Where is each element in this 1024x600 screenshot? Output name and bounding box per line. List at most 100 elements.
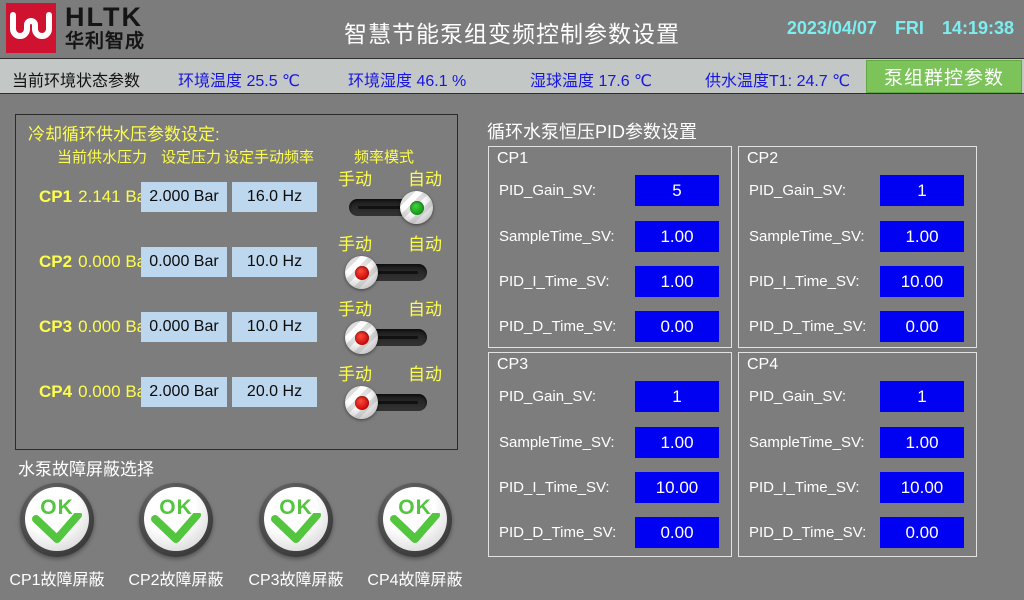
- cp2-fault-mask-button[interactable]: OK: [139, 483, 213, 557]
- pid-row-i-time: PID_I_Time_SV: 10.00: [739, 472, 976, 503]
- cp2-current-pressure: CP20.000 Bar: [39, 247, 152, 277]
- fault-mask-title: 水泵故障屏蔽选择: [18, 455, 154, 480]
- cp1-frequency-mode-toggle[interactable]: [349, 191, 427, 227]
- pid-gain-label: PID_Gain_SV:: [499, 175, 596, 206]
- pid-gain-label: PID_Gain_SV:: [749, 381, 846, 412]
- cp3-manual-frequency-input[interactable]: 10.0 Hz: [232, 312, 317, 342]
- cp1-label: CP1: [39, 187, 72, 206]
- cp3-label: CP3: [39, 317, 72, 336]
- cp3-auto-label: 自动: [408, 295, 442, 320]
- toggle-state-dot: [355, 266, 369, 280]
- toggle-knob: [400, 191, 433, 224]
- cp2-set-pressure-input[interactable]: 0.000 Bar: [141, 247, 227, 277]
- pid-i-time-label: PID_I_Time_SV:: [749, 472, 860, 503]
- pid-panel-cp4: CP4 PID_Gain_SV: 1 SampleTime_SV: 1.00 P…: [738, 352, 977, 557]
- cp1-pid-i-time-value[interactable]: 1.00: [635, 266, 719, 297]
- pid-row-i-time: PID_I_Time_SV: 10.00: [489, 472, 731, 503]
- ok-icon: OK: [383, 487, 447, 551]
- pid-row-d-time: PID_D_Time_SV: 0.00: [739, 517, 976, 548]
- cp3-pid-i-time-value[interactable]: 10.00: [635, 472, 719, 503]
- toggle-state-dot: [410, 201, 424, 215]
- pump-group-control-params-button[interactable]: 泵组群控参数: [866, 60, 1022, 93]
- cp1-manual-frequency-input[interactable]: 16.0 Hz: [232, 182, 317, 212]
- cp3-current-pressure: CP30.000 Bar: [39, 312, 152, 342]
- cp4-pid-gain-value[interactable]: 1: [880, 381, 964, 412]
- pump-row-cp2: CP20.000 Bar 0.000 Bar 10.0 Hz 手动 自动: [16, 232, 459, 298]
- cp4-fault-mask-label: CP4故障屏蔽: [359, 566, 471, 590]
- cp3-set-pressure-input[interactable]: 0.000 Bar: [141, 312, 227, 342]
- cp2-sample-time-value[interactable]: 1.00: [880, 221, 964, 252]
- cp3-pid-d-time-value[interactable]: 0.00: [635, 517, 719, 548]
- toggle-knob: [345, 321, 378, 354]
- cp1-current-pressure: CP12.141 Bar: [39, 182, 152, 212]
- cp1-fault-mask-button[interactable]: OK: [20, 483, 94, 557]
- cp1-set-pressure-input[interactable]: 2.000 Bar: [141, 182, 227, 212]
- cp2-pid-i-time-value[interactable]: 10.00: [880, 266, 964, 297]
- pid-row-d-time: PID_D_Time_SV: 0.00: [489, 311, 731, 342]
- col-header-set-pressure: 设定压力: [161, 146, 221, 167]
- sample-time-label: SampleTime_SV:: [499, 427, 615, 458]
- cp3-pid-gain-value[interactable]: 1: [635, 381, 719, 412]
- cp2-pid-gain-value[interactable]: 1: [880, 175, 964, 206]
- pid-row-sample: SampleTime_SV: 1.00: [739, 427, 976, 458]
- cp4-current-pressure: CP40.000 Bar: [39, 377, 152, 407]
- ambient-temperature-value: 环境温度 25.5 ℃: [178, 67, 300, 91]
- pid-panel-name: CP1: [497, 150, 528, 168]
- cp1-sample-time-value[interactable]: 1.00: [635, 221, 719, 252]
- cp2-manual-frequency-input[interactable]: 10.0 Hz: [232, 247, 317, 277]
- pressure-settings-panel: 冷却循环供水压参数设定: 当前供水压力 设定压力 设定手动频率 频率模式 CP1…: [15, 114, 458, 450]
- toggle-knob: [345, 386, 378, 419]
- wet-bulb-temperature-value: 湿球温度 17.6 ℃: [530, 67, 652, 91]
- pid-d-time-label: PID_D_Time_SV:: [499, 517, 616, 548]
- pump-row-cp4: CP40.000 Bar 2.000 Bar 20.0 Hz 手动 自动: [16, 362, 459, 428]
- pressure-panel-title: 冷却循环供水压参数设定:: [28, 120, 220, 145]
- pid-row-d-time: PID_D_Time_SV: 0.00: [489, 517, 731, 548]
- pid-row-gain: PID_Gain_SV: 1: [739, 175, 976, 206]
- pid-row-i-time: PID_I_Time_SV: 10.00: [739, 266, 976, 297]
- pid-row-i-time: PID_I_Time_SV: 1.00: [489, 266, 731, 297]
- check-icon: [388, 513, 442, 545]
- sample-time-label: SampleTime_SV:: [749, 427, 865, 458]
- pid-i-time-label: PID_I_Time_SV:: [499, 266, 610, 297]
- pid-row-sample: SampleTime_SV: 1.00: [489, 427, 731, 458]
- status-bar-label: 当前环境状态参数: [12, 67, 140, 91]
- pid-gain-label: PID_Gain_SV:: [749, 175, 846, 206]
- cp4-set-pressure-input[interactable]: 2.000 Bar: [141, 377, 227, 407]
- cp4-fault-mask-button[interactable]: OK: [378, 483, 452, 557]
- cp2-frequency-mode-toggle[interactable]: [349, 256, 427, 292]
- pump-row-cp3: CP30.000 Bar 0.000 Bar 10.0 Hz 手动 自动: [16, 297, 459, 363]
- pid-row-gain: PID_Gain_SV: 1: [739, 381, 976, 412]
- cp2-fault-mask-label: CP2故障屏蔽: [120, 566, 232, 590]
- cp1-pid-gain-value[interactable]: 5: [635, 175, 719, 206]
- ambient-humidity-value: 环境湿度 46.1 %: [348, 67, 466, 91]
- ok-icon: OK: [264, 487, 328, 551]
- cp4-frequency-mode-toggle[interactable]: [349, 386, 427, 422]
- cp1-pid-d-time-value[interactable]: 0.00: [635, 311, 719, 342]
- date-text: 2023/04/07: [787, 18, 877, 39]
- pid-panel-name: CP3: [497, 356, 528, 374]
- weekday-text: FRI: [895, 18, 924, 39]
- toggle-state-dot: [355, 396, 369, 410]
- cp3-sample-time-value[interactable]: 1.00: [635, 427, 719, 458]
- pid-row-sample: SampleTime_SV: 1.00: [739, 221, 976, 252]
- cp4-pid-d-time-value[interactable]: 0.00: [880, 517, 964, 548]
- hmi-screen: HLTK 华利智成 智慧节能泵组变频控制参数设置 2023/04/07 FRI …: [0, 0, 1024, 600]
- pid-row-d-time: PID_D_Time_SV: 0.00: [739, 311, 976, 342]
- cp1-auto-label: 自动: [408, 165, 442, 190]
- cp2-pid-d-time-value[interactable]: 0.00: [880, 311, 964, 342]
- cp4-sample-time-value[interactable]: 1.00: [880, 427, 964, 458]
- cp3-frequency-mode-toggle[interactable]: [349, 321, 427, 357]
- cp4-auto-label: 自动: [408, 360, 442, 385]
- sample-time-label: SampleTime_SV:: [749, 221, 865, 252]
- cp3-fault-mask-button[interactable]: OK: [259, 483, 333, 557]
- toggle-knob: [345, 256, 378, 289]
- cp4-manual-frequency-input[interactable]: 20.0 Hz: [232, 377, 317, 407]
- pid-row-gain: PID_Gain_SV: 5: [489, 175, 731, 206]
- col-header-current-pressure: 当前供水压力: [57, 146, 147, 167]
- cp4-pid-i-time-value[interactable]: 10.00: [880, 472, 964, 503]
- cp1-fault-mask-label: CP1故障屏蔽: [1, 566, 113, 590]
- pid-row-sample: SampleTime_SV: 1.00: [489, 221, 731, 252]
- cp3-manual-label: 手动: [338, 295, 372, 320]
- cp4-manual-label: 手动: [338, 360, 372, 385]
- check-icon: [269, 513, 323, 545]
